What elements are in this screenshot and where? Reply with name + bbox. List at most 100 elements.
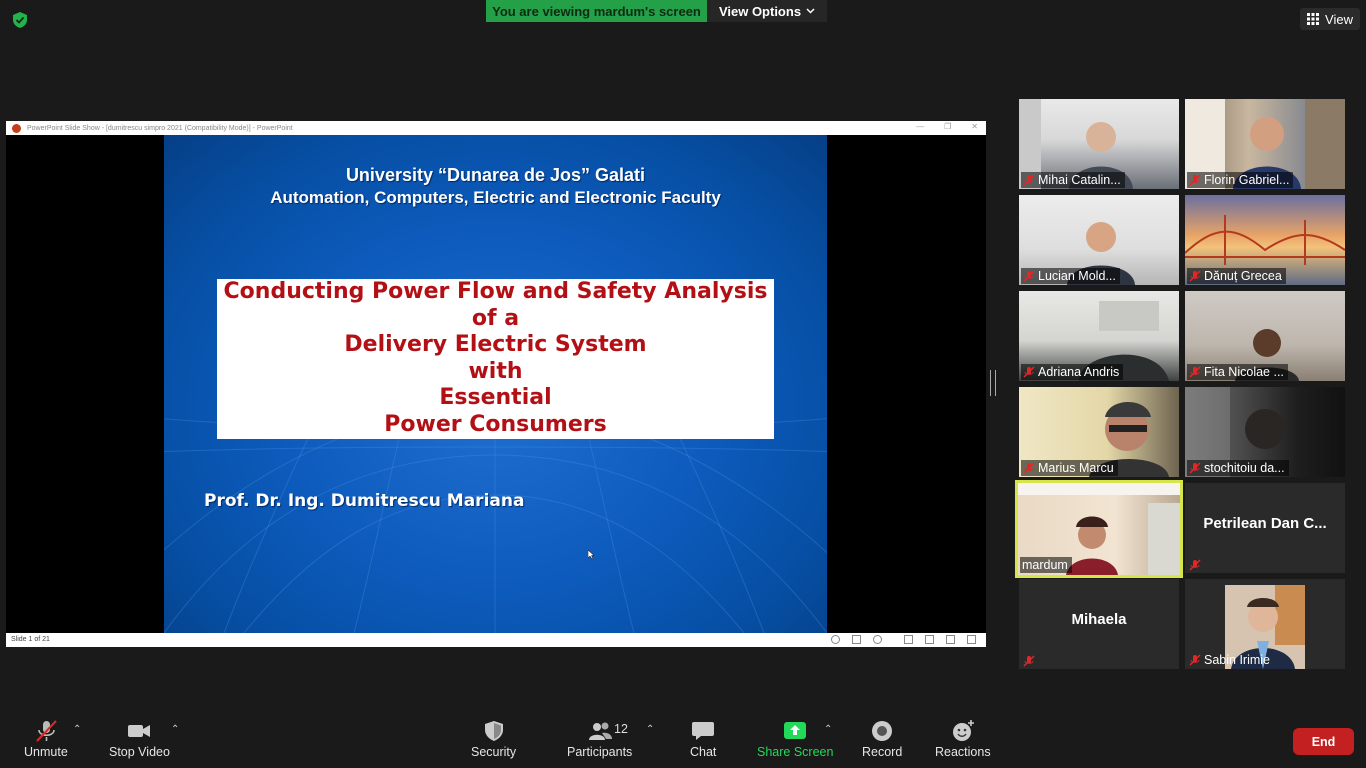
share-screen-label: Share Screen: [757, 745, 834, 759]
chevron-up-icon[interactable]: ⌃: [824, 724, 832, 735]
end-label: End: [1311, 734, 1336, 749]
chat-label: Chat: [690, 745, 717, 759]
microphone-off-icon: [1189, 559, 1201, 571]
unmute-label: Unmute: [24, 745, 68, 759]
participant-name-large: Mihaela: [1071, 611, 1127, 628]
viewing-banner-text: You are viewing mardum's screen: [492, 3, 701, 19]
view-button[interactable]: View: [1300, 8, 1360, 30]
participant-mute-indicator: [1187, 558, 1205, 572]
slideshow-icon: [967, 635, 976, 644]
mouse-cursor-icon: [588, 550, 595, 560]
stop-video-button[interactable]: Stop Video: [109, 720, 170, 759]
participant-tile[interactable]: Petrilean Dan C...: [1185, 483, 1345, 573]
reactions-label: Reactions: [935, 745, 991, 759]
participant-mute-indicator: [1021, 654, 1039, 668]
participant-name-label: mardum: [1020, 557, 1072, 573]
microphone-off-icon: [1023, 655, 1035, 667]
participant-name-label: Adriana Andris: [1021, 364, 1124, 380]
viewing-screen-banner: You are viewing mardum's screen: [486, 0, 707, 22]
slide-title-line: Conducting Power Flow and Safety Analysi…: [223, 279, 768, 304]
grid-icon: [1307, 13, 1320, 25]
close-icon: ✕: [971, 122, 978, 131]
participant-name-large: Petrilean Dan C...: [1203, 515, 1327, 532]
splitter-handle[interactable]: [990, 370, 996, 396]
prev-slide-icon: [831, 635, 840, 644]
chevron-down-icon: [806, 8, 815, 14]
participant-tile[interactable]: stochitoiu da...: [1185, 387, 1345, 477]
microphone-off-icon: [1023, 174, 1035, 186]
participant-tile[interactable]: Florin Gabriel...: [1185, 99, 1345, 189]
slide-faculty: Automation, Computers, Electric and Elec…: [270, 188, 721, 207]
microphone-off-icon: [36, 720, 57, 742]
ppt-titlebar-text: PowerPoint Slide Show - [dumitrescu simp…: [27, 124, 293, 132]
slide-university: University “Dunarea de Jos” Galati: [345, 165, 646, 185]
powerpoint-logo-icon: [12, 123, 21, 133]
shared-screen[interactable]: PowerPoint Slide Show - [dumitrescu simp…: [6, 121, 986, 647]
unmute-button[interactable]: Unmute: [24, 720, 68, 759]
microphone-off-icon: [1189, 174, 1201, 186]
view-options-button[interactable]: View Options: [707, 0, 827, 22]
security-shield-icon[interactable]: [11, 11, 29, 29]
slide-title-box: Conducting Power Flow and Safety Analysi…: [217, 279, 774, 439]
security-label: Security: [471, 745, 517, 759]
record-label: Record: [862, 745, 903, 759]
people-icon: [588, 722, 612, 740]
slide-sorter-icon: [925, 635, 934, 644]
participant-tile[interactable]: Fita Nicolae ...: [1185, 291, 1345, 381]
chevron-up-icon[interactable]: ⌃: [646, 724, 654, 735]
participant-name-label: Sabin Irimie: [1187, 652, 1274, 668]
minimize-icon: —: [916, 122, 925, 131]
meeting-toolbar: Unmute ⌃ Stop Video ⌃ Security Participa…: [0, 708, 1366, 768]
participant-tile[interactable]: Dănuț Grecea: [1185, 195, 1345, 285]
participant-name-label: Lucian Mold...: [1021, 268, 1120, 284]
record-button[interactable]: Record: [862, 720, 902, 759]
end-meeting-button[interactable]: End: [1293, 728, 1354, 755]
chat-bubble-icon: [692, 722, 715, 740]
microphone-off-icon: [1189, 462, 1201, 474]
smiley-plus-icon: [952, 720, 974, 741]
participant-name-label: Fita Nicolae ...: [1187, 364, 1288, 380]
participant-tile[interactable]: Adriana Andris: [1019, 291, 1179, 381]
participant-name-label: Marius Marcu: [1021, 460, 1118, 476]
chevron-up-icon[interactable]: ⌃: [171, 724, 179, 735]
ppt-statusbar: Slide 1 of 21: [6, 633, 986, 647]
microphone-off-icon: [1189, 270, 1201, 282]
participant-name-label: stochitoiu da...: [1187, 460, 1289, 476]
participant-tile[interactable]: Mihai Catalin...: [1019, 99, 1179, 189]
slide-title-line: of a: [471, 305, 520, 331]
ppt-status-icons: [831, 635, 976, 644]
ppt-titlebar: PowerPoint Slide Show - [dumitrescu simp…: [6, 121, 986, 135]
participant-name-label: Dănuț Grecea: [1187, 268, 1286, 284]
next-slide-icon: [873, 635, 882, 644]
chevron-up-icon[interactable]: ⌃: [73, 724, 81, 735]
normal-view-icon: [904, 635, 913, 644]
participant-name-label: Florin Gabriel...: [1187, 172, 1294, 188]
camera-icon: [128, 725, 151, 737]
reactions-button[interactable]: Reactions: [935, 720, 991, 759]
security-button[interactable]: Security: [471, 720, 516, 759]
participants-count: 12: [614, 722, 628, 736]
participants-label: Participants: [567, 745, 633, 759]
microphone-off-icon: [1189, 654, 1201, 666]
restore-icon: ❐: [944, 122, 952, 131]
view-options-label: View Options: [718, 3, 802, 19]
share-arrow-icon: [784, 722, 807, 739]
slide-title-line: Power Consumers: [384, 411, 607, 437]
slide-author: Prof. Dr. Ing. Dumitrescu Mariana: [204, 491, 525, 511]
microphone-off-icon: [1023, 462, 1035, 474]
microphone-off-icon: [1023, 270, 1035, 282]
microphone-off-icon: [1189, 366, 1201, 378]
share-screen-button[interactable]: Share Screen: [757, 720, 833, 759]
participant-tile[interactable]: Sabin Irimie: [1185, 579, 1345, 669]
chat-button[interactable]: Chat: [690, 720, 716, 759]
participant-tile-active-speaker[interactable]: mardum: [1015, 480, 1183, 578]
slide-title-line: Essential: [439, 385, 552, 410]
slide: University “Dunarea de Jos” Galati Autom…: [164, 135, 827, 633]
participant-tile[interactable]: Marius Marcu: [1019, 387, 1179, 477]
participant-tile[interactable]: Mihaela: [1019, 579, 1179, 669]
microphone-off-icon: [1023, 366, 1035, 378]
participant-tile[interactable]: Lucian Mold...: [1019, 195, 1179, 285]
slide-title-line: with: [468, 358, 523, 384]
participant-name-label: Mihai Catalin...: [1021, 172, 1125, 188]
slide-title-line: Delivery Electric System: [344, 332, 647, 357]
